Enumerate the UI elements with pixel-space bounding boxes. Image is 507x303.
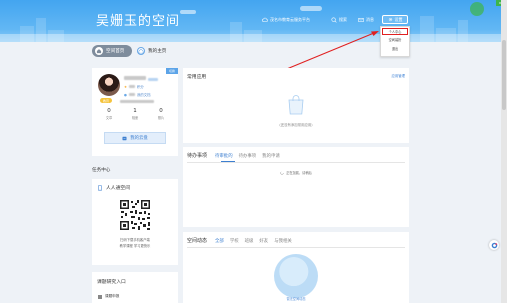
- nav-message-label: 消息: [366, 17, 374, 22]
- todo-tabs: 待办事项 待审批的 待办事项 我的申请: [187, 152, 280, 159]
- todo-loading: 正在加载，请稍后: [183, 170, 409, 175]
- tab-space-home[interactable]: 空间首页: [92, 45, 132, 57]
- stat-value: 1: [133, 108, 137, 114]
- my-cloud-label: 我的云盘: [130, 136, 148, 141]
- stat-value: 0: [159, 108, 163, 114]
- todo-loading-text: 正在加载，请稍后: [286, 171, 312, 175]
- profile-corner-tag[interactable]: 切换: [166, 68, 178, 74]
- tab-todo-approve[interactable]: 待审批的: [215, 153, 233, 159]
- gear-icon: [388, 17, 392, 22]
- stat-label: 照片: [157, 116, 165, 120]
- assistant-icon: [491, 242, 497, 248]
- research-entry-title: 课题研究入口: [97, 280, 126, 285]
- dynamics-empty-text: 暂无空间动态: [286, 297, 306, 301]
- stat-label: 文章: [105, 116, 113, 120]
- scrollbar-thumb[interactable]: [502, 40, 506, 110]
- nav-platform-label: 茂名市教育云服务平台: [270, 17, 310, 22]
- task-center-heading: 任务中心: [92, 168, 111, 173]
- sun-decoration: [470, 2, 484, 16]
- settings-button[interactable]: 设置: [382, 15, 408, 24]
- renren-title: 人人通空间: [97, 184, 130, 191]
- nav-message-link[interactable]: 消息: [358, 17, 374, 23]
- cloud-disk-icon: [122, 136, 127, 140]
- tab-space-home-label: 空间首页: [106, 49, 125, 54]
- dropdown-item-space-decor[interactable]: 空间装扮: [381, 35, 409, 44]
- header-banner: [0, 0, 507, 42]
- phone-icon: [98, 184, 102, 191]
- user-name-blurred: [124, 76, 146, 80]
- cloud-band: [0, 34, 507, 42]
- profile-stats: 0 文章 1 相册 0 照片: [96, 108, 174, 120]
- renren-scan-text: 扫码下载手机客户端: [120, 238, 150, 242]
- my-cloud-button[interactable]: 我的云盘: [104, 132, 166, 144]
- research-entry-card: 课题研究入口 课题申报: [92, 272, 178, 303]
- space-dynamics-card: 空间动态 全部 学校 班级 好友 与我相关 暂无空间动态: [183, 232, 409, 303]
- user-icon: ●: [124, 92, 127, 97]
- document-icon: [98, 294, 102, 299]
- todo-title: 待办事项: [187, 153, 208, 159]
- apps-empty-text: (还没有添加常用应用): [279, 123, 313, 127]
- renren-card: 人人通空间 扫码下载手机客户端 教学课程 学习更快乐: [92, 179, 178, 265]
- settings-dropdown: 个人中心 空间装扮 退出: [380, 26, 410, 57]
- avatar[interactable]: [98, 74, 120, 96]
- docs-row: ● 我的文档: [124, 92, 151, 98]
- level-label[interactable]: 积分: [137, 84, 144, 89]
- home-icon: [137, 47, 145, 55]
- todo-card: 待办事项 待审批的 待办事项 我的申请 正在加载，请稍后: [183, 147, 409, 227]
- todo-tab-divider: [187, 162, 405, 163]
- user-tag-blurred: [148, 78, 158, 81]
- user-info-blurred: [120, 100, 154, 103]
- research-apply-link[interactable]: 课题申报: [98, 294, 119, 299]
- nav-search-label: 搜索: [339, 17, 347, 22]
- docs-label[interactable]: 我的文档: [137, 92, 151, 97]
- level-row: ★ 积分: [124, 84, 144, 90]
- nav-platform-link[interactable]: 茂名市教育云服务平台: [262, 17, 310, 23]
- spinner-icon: [280, 170, 284, 175]
- stat-photos[interactable]: 0 照片: [148, 108, 174, 120]
- stat-articles[interactable]: 0 文章: [96, 108, 122, 120]
- research-apply-label: 课题申报: [105, 294, 120, 298]
- dynamics-tabs: 空间动态 全部 学校 班级 好友 与我相关: [187, 237, 292, 244]
- cloud-icon: [262, 17, 268, 22]
- stat-label: 相册: [131, 116, 139, 120]
- search-icon: [331, 17, 337, 23]
- tab-dynamics-related[interactable]: 与我相关: [274, 238, 292, 244]
- dynamics-tab-divider: [187, 247, 405, 248]
- profile-card: 切换 ★ 积分 教育 ● 我的文档 0 文章 1 相册 0 照片 我的云盘: [92, 68, 178, 156]
- status-badge: 教育: [100, 98, 112, 103]
- stat-albums[interactable]: 1 相册: [122, 108, 148, 120]
- cloud-decoration: [180, 10, 196, 14]
- cloud-decoration: [300, 6, 322, 11]
- dropdown-item-logout[interactable]: 退出: [381, 44, 409, 53]
- globe-illustration: [274, 254, 318, 298]
- dropdown-item-personal-center[interactable]: 个人中心: [382, 28, 408, 35]
- qr-code: [119, 199, 151, 231]
- tab-my-home-label: 我的主页: [148, 49, 167, 54]
- star-icon: ★: [124, 84, 128, 89]
- floating-assistant-button[interactable]: [489, 240, 499, 250]
- mail-icon: [358, 18, 364, 22]
- tab-todo-pending[interactable]: 待办事项: [239, 153, 257, 159]
- renren-slogan-text: 教学课程 学习更快乐: [119, 244, 151, 248]
- tab-dynamics-all[interactable]: 全部: [215, 238, 224, 244]
- tab-dynamics-class[interactable]: 班级: [245, 238, 254, 244]
- tab-dynamics-school[interactable]: 学校: [230, 238, 239, 244]
- common-apps-card: 常用应用 应用管理 (还没有添加常用应用): [183, 68, 409, 143]
- space-title: 吴姗玉的空间: [96, 14, 181, 29]
- stat-value: 0: [107, 108, 111, 114]
- tab-todo-my-requests[interactable]: 我的申请: [262, 153, 280, 159]
- todo-active-underline: [221, 161, 235, 162]
- renren-title-label: 人人通空间: [106, 186, 130, 191]
- tab-my-home[interactable]: 我的主页: [137, 46, 166, 56]
- dynamics-title: 空间动态: [187, 238, 208, 244]
- common-apps-title: 常用应用: [187, 75, 207, 80]
- home-icon: [95, 47, 103, 55]
- tab-dynamics-friends[interactable]: 好友: [259, 238, 268, 244]
- app-manage-link[interactable]: 应用管理: [391, 73, 405, 78]
- shopping-bag-icon: [288, 95, 304, 115]
- settings-label: 设置: [394, 16, 403, 22]
- nav-search-link[interactable]: 搜索: [331, 17, 347, 23]
